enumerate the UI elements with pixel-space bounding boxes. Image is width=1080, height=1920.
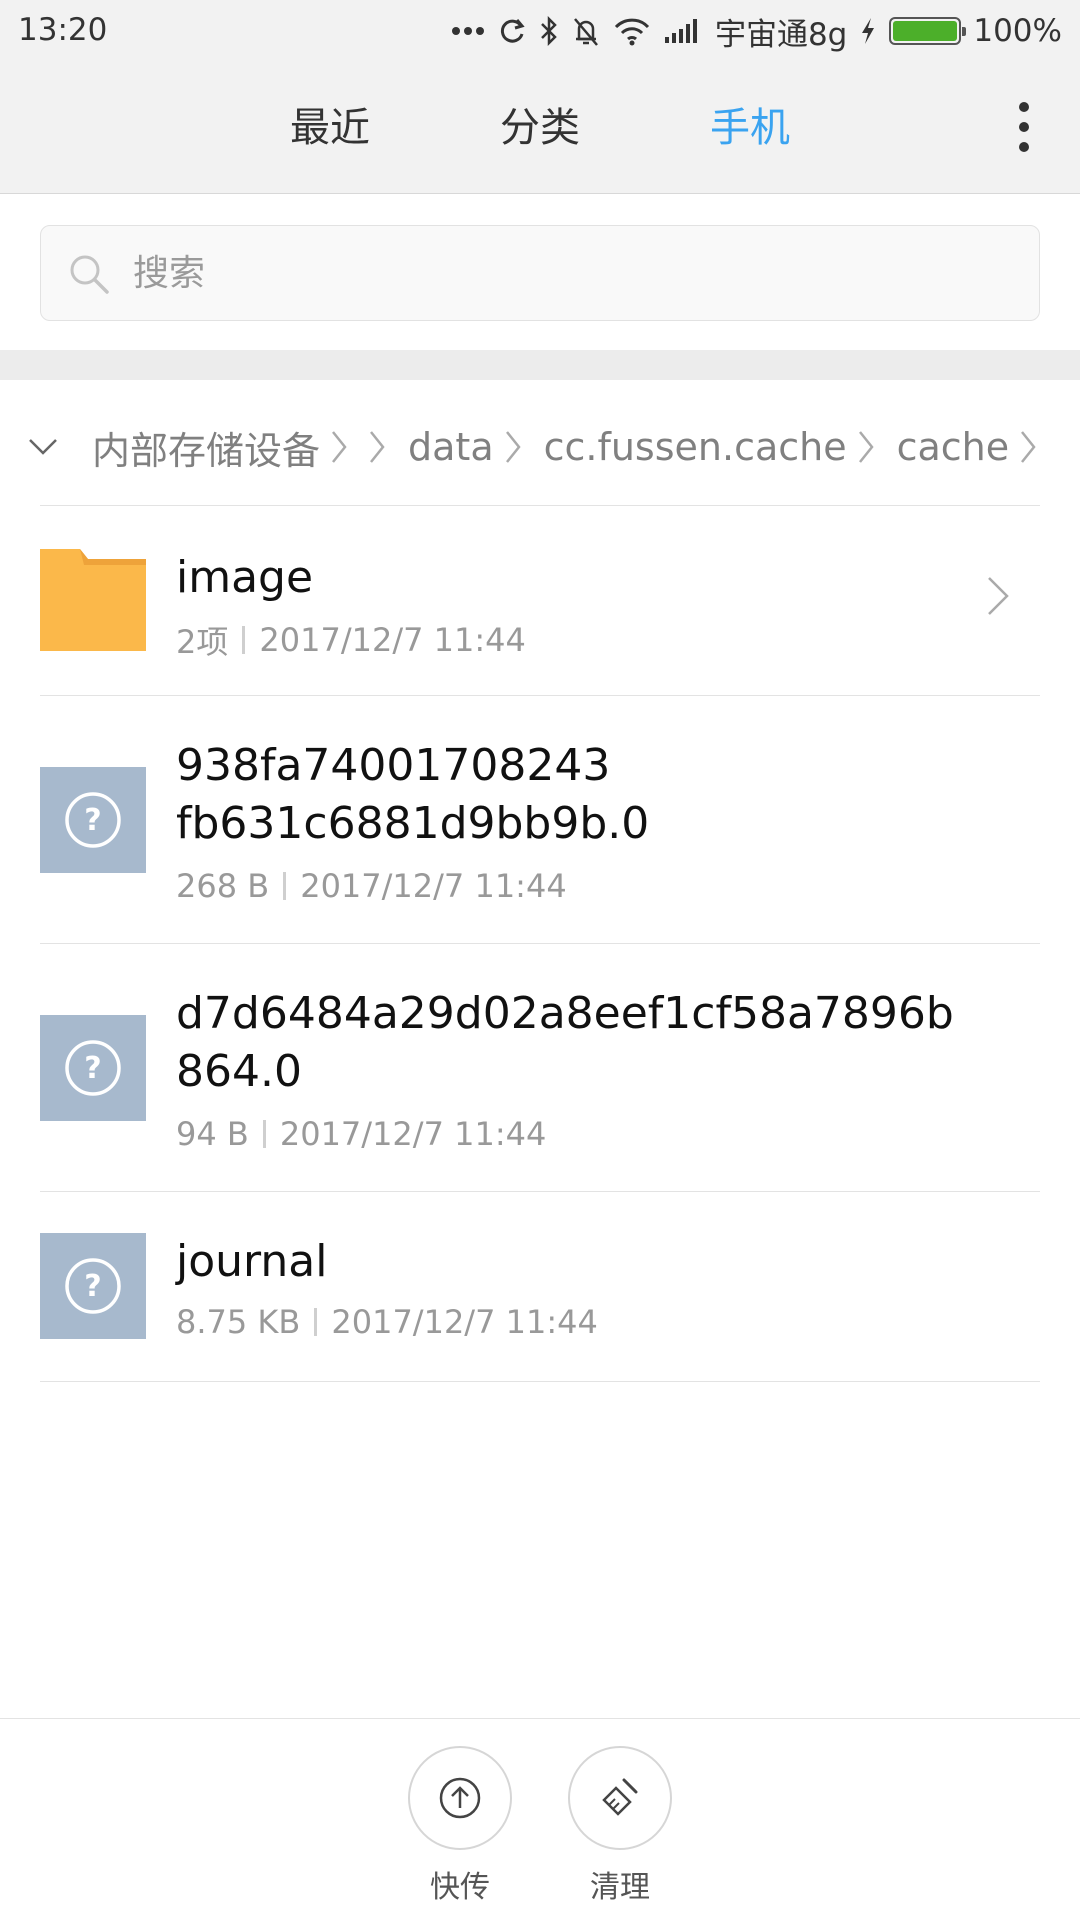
file-row[interactable]: ? journal 8.75 KB 2017/12/7 11:44 — [40, 1191, 1040, 1381]
file-meta: 2项 2017/12/7 11:44 — [176, 617, 526, 663]
file-size: 8.75 KB — [176, 1303, 301, 1341]
file-name-line: fb631c6881d9bb9b.0 — [176, 798, 650, 849]
file-row[interactable]: ? d7d6484a29d02a8eef1cf58a7896b 864.0 94… — [40, 943, 1040, 1191]
battery-indicator — [889, 17, 967, 45]
breadcrumb-item[interactable]: data — [402, 425, 538, 469]
upload-icon — [439, 1777, 481, 1819]
tab-phone[interactable]: 手机 — [670, 95, 830, 153]
chevron-right-icon — [988, 577, 1009, 615]
list-divider — [40, 1381, 1040, 1382]
breadcrumb-label: data — [408, 425, 494, 469]
file-date: 2017/12/7 11:44 — [279, 1115, 547, 1153]
more-dots-icon — [451, 27, 484, 35]
file-meta: 8.75 KB 2017/12/7 11:44 — [176, 1303, 598, 1341]
signal-icon — [664, 19, 697, 43]
chevron-right-icon — [505, 431, 521, 463]
breadcrumb-label: 内部存储设备 — [92, 428, 321, 473]
breadcrumb-label: cache — [896, 425, 1010, 469]
clean-label: 清理 — [590, 1870, 650, 1905]
unknown-file-icon: ? — [40, 1015, 146, 1121]
question-mark-icon: ? — [65, 1040, 121, 1096]
file-row[interactable]: image 2项 2017/12/7 11:44 — [40, 505, 1040, 695]
folder-icon — [40, 549, 146, 651]
svg-text:?: ? — [84, 1269, 101, 1304]
file-name: 938fa74001708243 fb631c6881d9bb9b.0 — [176, 737, 649, 853]
more-dot — [1019, 142, 1029, 152]
meta-separator — [262, 1120, 266, 1148]
tab-recent[interactable]: 最近 — [250, 95, 410, 153]
unknown-file-icon: ? — [40, 767, 146, 873]
file-date: 2017/12/7 11:44 — [331, 1303, 598, 1341]
broom-icon — [602, 1778, 638, 1816]
search-icon — [70, 255, 109, 294]
status-icons: 宇宙通8g 100% — [451, 8, 1062, 54]
chevron-right-icon — [332, 431, 347, 463]
tab-bar: 最近 分类 手机 — [0, 95, 1080, 165]
chevron-right-icon — [858, 431, 874, 463]
chevron-right-icon — [370, 431, 385, 463]
file-name-line: 938fa74001708243 — [176, 740, 611, 791]
status-time: 13:20 — [18, 12, 108, 48]
file-name-line: d7d6484a29d02a8eef1cf58a7896b — [176, 988, 954, 1039]
battery-fill — [893, 21, 958, 41]
file-meta: 94 B 2017/12/7 11:44 — [176, 1115, 546, 1153]
breadcrumb-toggle[interactable] — [0, 408, 86, 486]
clean-button[interactable] — [568, 1746, 672, 1850]
file-name: image — [176, 552, 314, 603]
breadcrumb-item[interactable]: 内部存储设备 — [86, 420, 402, 475]
svg-text:?: ? — [84, 803, 101, 838]
status-bar: 13:20 宇宙通8g 100% — [0, 0, 1080, 62]
file-date: 2017/12/7 11:44 — [300, 867, 567, 905]
unknown-file-icon: ? — [40, 1233, 146, 1339]
sync-icon — [500, 19, 525, 43]
question-mark-icon: ? — [65, 792, 121, 848]
file-size: 94 B — [176, 1115, 249, 1153]
file-size: 268 B — [176, 867, 270, 905]
search-box[interactable] — [40, 225, 1040, 321]
file-size: 2项 — [176, 623, 229, 661]
quick-transfer-label: 快传 — [430, 1870, 490, 1905]
file-name: d7d6484a29d02a8eef1cf58a7896b 864.0 — [176, 985, 954, 1101]
bottom-bar-divider — [0, 1718, 1080, 1719]
search-input[interactable] — [133, 226, 1013, 320]
battery-percent: 100% — [973, 13, 1062, 49]
file-name: journal — [176, 1236, 328, 1287]
breadcrumb-label: cc.fussen.cache — [543, 425, 847, 469]
tab-category[interactable]: 分类 — [460, 95, 620, 153]
more-options-button[interactable] — [1012, 102, 1036, 152]
section-divider — [0, 350, 1080, 380]
question-mark-icon: ? — [65, 1258, 121, 1314]
more-dot — [1019, 102, 1029, 112]
quick-transfer-button[interactable] — [408, 1746, 512, 1850]
wifi-icon — [614, 18, 650, 46]
charging-icon — [862, 18, 875, 44]
bluetooth-icon — [541, 15, 557, 47]
file-name-line: 864.0 — [176, 1046, 302, 1097]
file-row[interactable]: ? 938fa74001708243 fb631c6881d9bb9b.0 26… — [40, 695, 1040, 943]
meta-separator — [314, 1308, 318, 1336]
carrier-name: 宇宙通8g — [714, 16, 848, 53]
chevron-down-icon — [29, 439, 57, 455]
more-dot — [1019, 122, 1029, 132]
file-meta: 268 B 2017/12/7 11:44 — [176, 867, 567, 905]
breadcrumb-item[interactable]: cc.fussen.cache — [538, 425, 891, 469]
file-date: 2017/12/7 11:44 — [259, 621, 526, 659]
top-bar: 13:20 宇宙通8g 100% 最近 分类 手机 — [0, 0, 1080, 194]
svg-text:?: ? — [84, 1051, 101, 1086]
mute-bell-icon — [573, 18, 598, 46]
chevron-right-icon — [1021, 431, 1036, 463]
meta-separator — [242, 626, 246, 654]
breadcrumb: 内部存储设备 data cc.fussen.cache cache — [0, 408, 1080, 486]
breadcrumb-item[interactable]: cache — [891, 425, 1054, 469]
meta-separator — [283, 872, 287, 900]
